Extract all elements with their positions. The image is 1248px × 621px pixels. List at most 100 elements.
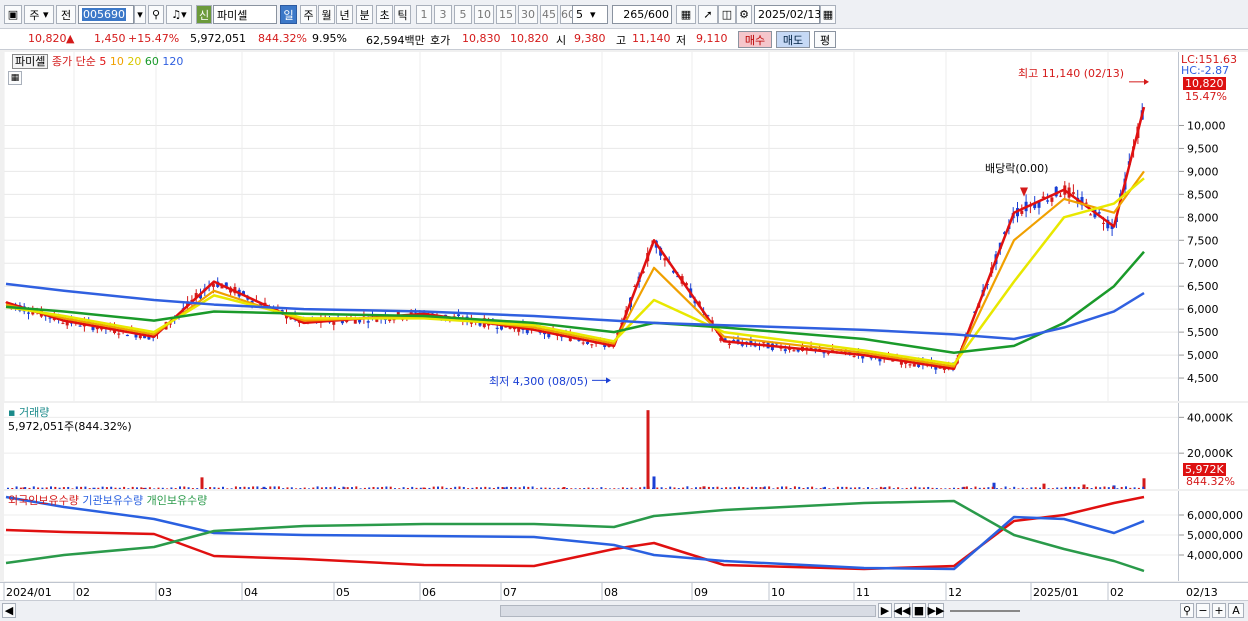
stop-icon[interactable]: ■	[912, 603, 926, 618]
volume-bar-small	[1099, 487, 1102, 489]
volume-bar-small	[944, 488, 947, 489]
y-tick-label: 9,000	[1187, 165, 1219, 178]
scroll-right-icon[interactable]: ▶	[878, 603, 892, 618]
volume-bar-small	[462, 486, 465, 489]
volume-bar-small	[729, 487, 732, 489]
buy-button[interactable]: 매수	[738, 31, 772, 48]
interval-button-6[interactable]: 45	[540, 5, 558, 24]
volume-bar-small	[669, 486, 672, 489]
layout-icon[interactable]: ▣	[4, 5, 22, 24]
period-button-2[interactable]: 월	[318, 5, 335, 24]
zoom-slider[interactable]	[950, 610, 1020, 612]
code-dropdown-icon[interactable]: ▾	[134, 5, 146, 24]
vol-y-tick-label: 20,000K	[1187, 447, 1233, 460]
volume-bar-small	[1017, 488, 1020, 489]
zoom-in-icon[interactable]: +	[1212, 603, 1226, 618]
calendar-icon[interactable]: ▦	[820, 5, 836, 24]
volume-bar-small	[596, 488, 599, 489]
scroll-thumb[interactable]	[500, 605, 876, 617]
volume-bar-small	[776, 487, 779, 489]
stock-code-input[interactable]: 005690	[78, 5, 134, 24]
speaker-icon[interactable]: ♫▾	[166, 5, 192, 24]
sell-button[interactable]: 매도	[776, 31, 810, 48]
scroll-left-icon[interactable]: ◀	[2, 603, 16, 618]
interval-button-4[interactable]: 15	[496, 5, 516, 24]
volume-bar-small	[759, 487, 762, 489]
volume-bar-small	[961, 487, 964, 489]
volume-bar-small	[570, 488, 573, 489]
count-input[interactable]: 265/600	[612, 5, 672, 24]
stock-tag[interactable]: 파미셀	[12, 54, 49, 69]
volume-bar-small	[927, 486, 930, 489]
volume-panel[interactable]	[4, 403, 1178, 489]
line-tool-icon[interactable]: ➚	[698, 5, 718, 24]
ma5-label: 5	[99, 55, 107, 68]
volume-bar-small	[935, 487, 938, 489]
period-button-1[interactable]: 주	[300, 5, 317, 24]
dividend-annotation: 배당락(0.00)	[985, 162, 1049, 175]
period-button-5[interactable]: 초	[376, 5, 393, 24]
interval-button-0[interactable]: 1	[416, 5, 432, 24]
unit-select[interactable]: 5 ▾	[572, 5, 608, 24]
volume-bar-small	[1026, 488, 1029, 489]
volume-bar	[652, 476, 656, 489]
ma20-label: 20	[127, 55, 142, 68]
price-chart-panel[interactable]	[3, 52, 1178, 401]
low-annotation: 최저 4,300 (08/05)	[489, 375, 589, 388]
table-icon[interactable]: ▦	[8, 71, 22, 85]
volume-bar-small	[978, 487, 981, 489]
volume-bar-small	[540, 487, 543, 489]
period-button-0[interactable]: 일	[280, 5, 297, 24]
save-icon[interactable]: ◫	[718, 5, 736, 24]
volume-pct: 844.32%	[258, 32, 307, 45]
zoom-icon[interactable]: ⚲	[1180, 603, 1194, 618]
market-select[interactable]: 주 ▾	[24, 5, 54, 24]
volume-bar-small	[991, 486, 994, 489]
holder-line-2	[5, 499, 1145, 573]
ma10-label: 10	[109, 55, 124, 68]
volume-bar-small	[389, 486, 392, 489]
period-button-6[interactable]: 틱	[394, 5, 411, 24]
volume-bar-small	[548, 487, 551, 489]
volume-bar-small	[1116, 488, 1119, 489]
candle-icon[interactable]: ▦	[676, 5, 696, 24]
volume-bar-small	[905, 487, 908, 489]
volume-bar-small	[368, 487, 371, 489]
stock-name-input[interactable]: 파미셀	[213, 5, 277, 24]
volume-bar-small	[1060, 487, 1063, 489]
interval-button-2[interactable]: 5	[454, 5, 472, 24]
prefix-button[interactable]: 전	[56, 5, 76, 24]
volume-bar-small	[295, 488, 298, 489]
gear-icon[interactable]: ⚙	[736, 5, 752, 24]
volume-bar-small	[54, 486, 57, 489]
date-input[interactable]: 2025/02/13	[754, 5, 821, 24]
rewind-icon[interactable]: ◀◀	[894, 603, 910, 618]
volume-bar-small	[415, 487, 418, 489]
volume-bar-small	[174, 488, 177, 489]
forward-icon[interactable]: ▶▶	[928, 603, 944, 618]
candle-body	[332, 322, 336, 325]
volume-bar-small	[643, 486, 646, 489]
x-tick-label: 2025/01	[1033, 586, 1079, 599]
interval-button-1[interactable]: 3	[434, 5, 452, 24]
volume-bar-small	[93, 487, 95, 489]
interval-button-5[interactable]: 30	[518, 5, 538, 24]
volume-bar-small	[1082, 488, 1084, 489]
interval-button-3[interactable]: 10	[474, 5, 494, 24]
volume-bar-small	[247, 487, 250, 489]
period-button-4[interactable]: 분	[356, 5, 373, 24]
volume-bar-small	[269, 486, 272, 489]
volume-bar-small	[114, 487, 117, 489]
period-button-3[interactable]: 년	[336, 5, 353, 24]
font-size-icon[interactable]: A	[1228, 603, 1244, 618]
volume-bar-small	[1069, 486, 1072, 489]
volume-bar-small	[196, 488, 199, 489]
ma120-label: 120	[162, 55, 184, 68]
average-button[interactable]: 평	[814, 31, 836, 48]
unit-value: 5	[576, 8, 583, 21]
price-change: 1,450	[94, 32, 126, 45]
zoom-out-icon[interactable]: −	[1196, 603, 1210, 618]
volume-bar-small	[449, 487, 452, 489]
volume-bar-small	[1073, 486, 1076, 489]
search-icon[interactable]: ⚲	[148, 5, 164, 24]
